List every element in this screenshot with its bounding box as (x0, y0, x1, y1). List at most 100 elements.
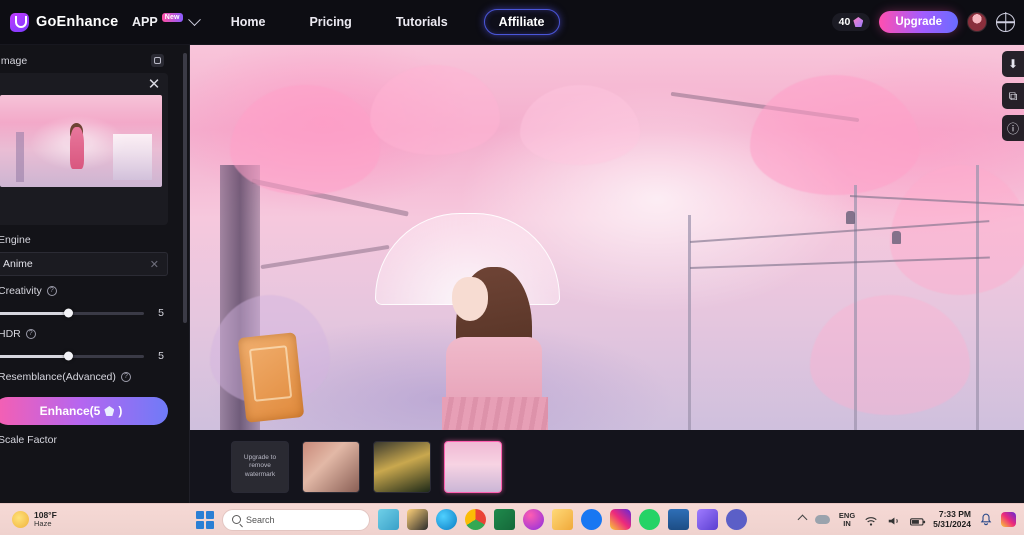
microsoft-teams-icon[interactable] (726, 509, 747, 530)
uploaded-image-card[interactable]: ✕ (0, 73, 168, 225)
instagram-icon[interactable] (610, 509, 631, 530)
creativity-label: Creativity (0, 285, 42, 297)
recycle-bin-icon[interactable] (668, 509, 689, 530)
engine-value: Anime (3, 258, 33, 270)
brand-name: GoEnhance (36, 14, 119, 30)
nav-item-home[interactable]: Home (209, 15, 288, 29)
google-chrome-icon[interactable] (465, 509, 486, 530)
resemblance-label: Resemblance(Advanced) (0, 371, 116, 383)
onedrive-icon[interactable] (814, 515, 830, 524)
image-section-label: Image (0, 54, 28, 67)
search-placeholder: Search (246, 514, 275, 525)
taskbar-apps: Search (196, 508, 747, 531)
facebook-icon[interactable] (581, 509, 602, 530)
sidebar-scrollbar[interactable] (183, 53, 187, 323)
close-icon[interactable]: ✕ (146, 77, 162, 93)
thumbnail-2[interactable] (302, 440, 360, 493)
info-button[interactable]: ⓘ (1002, 115, 1024, 141)
thumbnail-upgrade[interactable]: Upgrade to remove watermark (231, 440, 289, 493)
hdr-knob[interactable] (64, 351, 74, 361)
microsoft-excel-icon[interactable] (494, 509, 515, 530)
creativity-track[interactable] (0, 308, 144, 318)
folder-icon[interactable] (552, 509, 573, 530)
chevron-up-icon[interactable] (797, 514, 808, 525)
widgets-icon[interactable] (378, 509, 399, 530)
hdr-slider[interactable]: 5 (0, 344, 176, 362)
enhance-suffix: ) (118, 404, 123, 418)
wifi-icon[interactable] (864, 514, 878, 526)
uploaded-image-preview (0, 95, 162, 187)
enhance-label: Enhance(5 (39, 404, 101, 418)
whatsapp-icon[interactable] (639, 509, 660, 530)
preview-canvas: ⬇ ⧉ ⓘ Upgrade to remove watermark (190, 45, 1024, 503)
main-nav: APP New Home Pricing Tutorials Affiliate (122, 9, 560, 35)
language-region: IN (843, 518, 851, 528)
engine-header: Engine (0, 225, 176, 250)
compare-button[interactable]: ⧉ (1002, 83, 1024, 109)
goenhance-logo-icon (10, 12, 29, 32)
taskbar-clock[interactable]: 7:33 PM 5/31/2024 (933, 508, 971, 530)
app-window: GoEnhance APP New Home Pricing Tutorials… (0, 0, 1024, 535)
haze-icon (12, 511, 29, 528)
canvas-toolbar: ⬇ ⧉ ⓘ (1002, 51, 1024, 141)
nav-item-affiliate[interactable]: Affiliate (483, 9, 560, 35)
creativity-knob[interactable] (64, 308, 74, 318)
credits-badge[interactable]: 40 (831, 13, 871, 31)
gem-icon (104, 406, 115, 416)
weather-condition: Haze (34, 519, 52, 529)
creativity-slider[interactable]: 5 (0, 301, 176, 319)
clear-icon[interactable]: ✕ (150, 258, 159, 271)
enhance-button[interactable]: Enhance(5 ) (0, 397, 168, 425)
engine-label: Engine (0, 234, 31, 246)
bell-icon[interactable] (980, 513, 992, 526)
purple-app-icon[interactable] (697, 509, 718, 530)
image-upload-icon[interactable] (151, 54, 164, 67)
battery-icon[interactable] (910, 514, 926, 526)
nav-app-menu[interactable]: APP New (122, 12, 209, 29)
creativity-header: Creativity ? (0, 276, 176, 301)
creativity-value: 5 (158, 307, 164, 319)
character-skirt (442, 397, 548, 430)
file-explorer-icon[interactable] (407, 509, 428, 530)
help-icon[interactable]: ? (120, 372, 131, 382)
nav-item-tutorials[interactable]: Tutorials (374, 15, 470, 29)
settings-sidebar: Image ✕ Engine Anime ✕ Creativity ? 5 HD… (0, 45, 190, 503)
windows-taskbar: 108°F Haze Search ENG IN 7:33 PM 5/31/20… (0, 503, 1024, 535)
enhanced-image[interactable] (190, 45, 1024, 430)
image-section-header: Image (0, 45, 176, 71)
globe-icon[interactable] (996, 12, 1015, 32)
search-input[interactable]: Search (222, 508, 370, 531)
thumbnail-4[interactable] (444, 440, 502, 493)
header-right: 40 Upgrade (831, 11, 1024, 33)
character-bag (237, 332, 305, 423)
thumbnail-3[interactable] (373, 440, 431, 493)
clock-date: 5/31/2024 (933, 518, 971, 529)
help-icon[interactable]: ? (46, 286, 57, 296)
search-icon (232, 515, 241, 524)
microsoft-edge-icon[interactable] (436, 509, 457, 530)
credits-amount: 40 (838, 16, 851, 28)
hdr-track[interactable] (0, 351, 144, 361)
brand[interactable]: GoEnhance (0, 12, 122, 32)
language-indicator[interactable]: ENG IN (839, 511, 855, 528)
help-icon[interactable]: ? (25, 329, 36, 339)
hdr-value: 5 (158, 350, 164, 362)
scale-factor-header: Scale Factor (0, 425, 176, 450)
taskbar-overflow-app-icon[interactable] (1001, 512, 1016, 527)
nav-item-pricing[interactable]: Pricing (287, 15, 373, 29)
filmstrip: Upgrade to remove watermark (190, 430, 1024, 503)
nav-app-label: APP (132, 15, 158, 29)
character-face (452, 277, 488, 321)
clock-time: 7:33 PM (938, 508, 971, 519)
scale-factor-label: Scale Factor (0, 434, 57, 446)
download-button[interactable]: ⬇ (1002, 51, 1024, 77)
volume-icon[interactable] (887, 514, 901, 526)
hdr-header: HDR ? (0, 319, 176, 344)
avatar[interactable] (967, 12, 987, 32)
engine-select[interactable]: Anime ✕ (0, 252, 168, 276)
hdr-label: HDR (0, 328, 21, 340)
messenger-icon[interactable] (523, 509, 544, 530)
upgrade-button[interactable]: Upgrade (879, 11, 958, 33)
weather-widget[interactable]: 108°F Haze (0, 511, 196, 528)
windows-start-icon[interactable] (196, 510, 214, 529)
